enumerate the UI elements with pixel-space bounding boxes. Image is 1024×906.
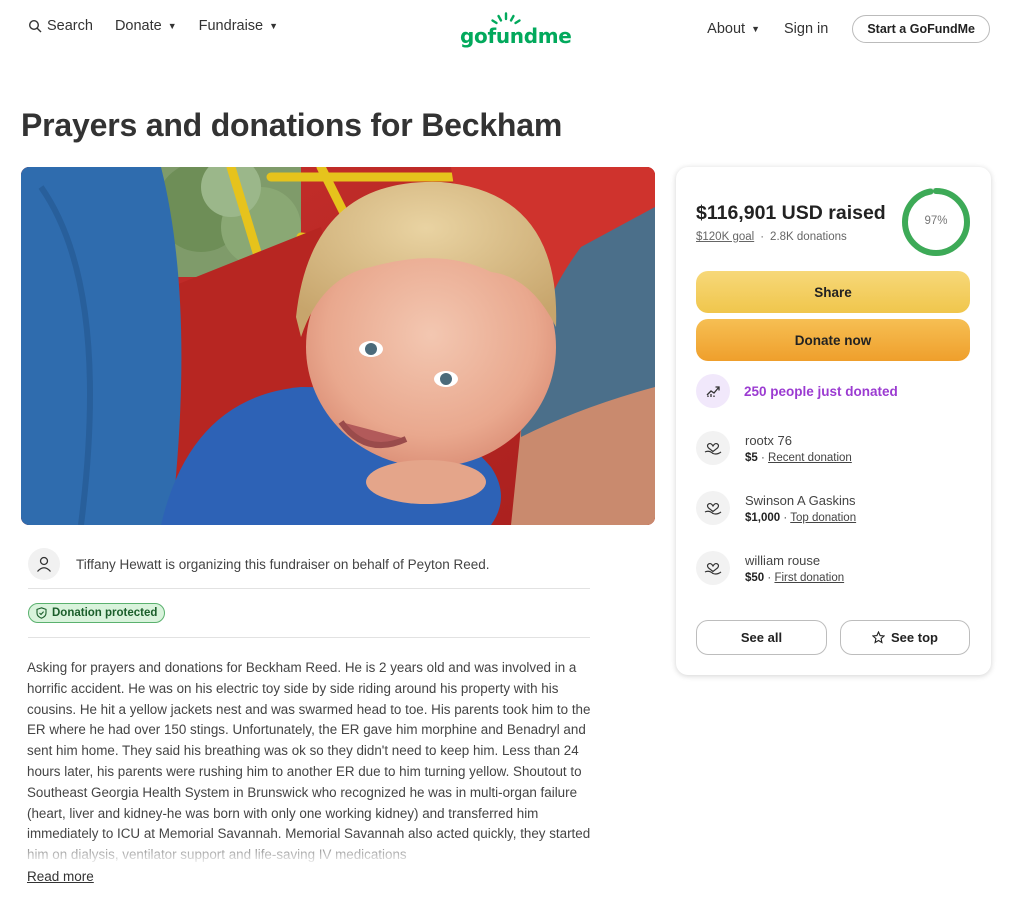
top-navigation: Search Donate ▼ Fundraise ▼ gofundme Abo… [0,0,1024,58]
donor-name: Swinson A Gaskins [745,492,856,508]
amount-raised: $116,901 USD raised [696,202,886,224]
start-gofundme-button[interactable]: Start a GoFundMe [852,15,990,43]
donor-detail: $5 · Recent donation [745,452,852,464]
see-top-button[interactable]: See top [840,620,970,655]
fundraise-menu-label: Fundraise [198,18,264,34]
story-text: Asking for prayers and donations for Bec… [27,660,591,862]
donate-menu[interactable]: Donate ▼ [115,18,177,34]
campaign-photo [21,167,655,525]
caret-down-icon: ▼ [269,21,279,31]
search-link[interactable]: Search [28,18,93,34]
logo-text: gofundme [460,24,572,48]
donation-protected-badge[interactable]: Donation protected [28,603,166,623]
donor-item: william rouse $50 · First donation [696,551,844,585]
donor-tag[interactable]: Recent donation [768,452,852,464]
donation-card: $116,901 USD raised $120K goal · 2.8K do… [676,167,991,675]
story-fade [27,836,592,864]
donor-item: rootx 76 $5 · Recent donation [696,431,852,465]
separator: · [767,571,772,584]
separator: · [761,451,765,464]
nav-right: About ▼ Sign in Start a GoFundMe [707,15,990,43]
organizer-text: Tiffany Hewatt is organizing this fundra… [76,556,490,572]
organizer-row: Tiffany Hewatt is organizing this fundra… [28,540,590,588]
caret-down-icon: ▼ [751,24,760,34]
donor-amount: $1,000 [745,511,781,524]
recent-activity: 250 people just donated [696,374,898,408]
donor-detail: $50 · First donation [745,572,844,584]
recent-donations-text: 250 people just donated [744,383,898,399]
donor-name: rootx 76 [745,432,792,448]
donor-name: william rouse [745,552,821,568]
page-title: Prayers and donations for Beckham [21,107,563,143]
separator: · [783,511,788,524]
about-menu[interactable]: About ▼ [707,21,760,37]
see-all-button[interactable]: See all [696,620,827,655]
nav-left: Search Donate ▼ Fundraise ▼ [28,18,278,34]
separator: · [760,231,765,243]
caret-down-icon: ▼ [167,21,177,31]
trending-up-icon [696,374,730,408]
see-top-label: See top [891,630,938,645]
search-icon [28,19,42,33]
person-icon [37,556,51,572]
heart-hand-icon [696,431,730,465]
heart-hand-icon [696,551,730,585]
badge-label: Donation protected [52,607,158,619]
donor-item: Swinson A Gaskins $1,000 · Top donation [696,491,856,525]
donor-amount: $5 [745,451,758,464]
gofundme-logo[interactable]: gofundme [460,12,572,48]
fundraise-menu[interactable]: Fundraise ▼ [199,18,278,34]
donor-tag[interactable]: Top donation [790,512,856,524]
shield-icon [36,607,47,619]
avatar [28,548,60,580]
divider [28,637,590,638]
heart-hand-icon [696,491,730,525]
about-menu-label: About [707,21,746,37]
goal-amount[interactable]: $120K goal [696,231,754,243]
donate-now-button[interactable]: Donate now [696,319,970,361]
campaign-photo-image [21,167,655,525]
donate-menu-label: Donate [114,18,162,34]
donor-detail: $1,000 · Top donation [745,512,856,524]
read-more-link[interactable]: Read more [27,869,94,884]
star-icon [872,631,886,644]
donation-count: 2.8K donations [770,231,847,243]
donor-tag[interactable]: First donation [774,572,844,584]
share-button[interactable]: Share [696,271,970,313]
donor-amount: $50 [745,571,765,584]
progress-percent: 97% [924,215,948,227]
goal-line: $120K goal · 2.8K donations [696,231,847,243]
sign-in-link[interactable]: Sign in [784,21,828,37]
search-label: Search [47,18,93,34]
divider [28,588,590,589]
